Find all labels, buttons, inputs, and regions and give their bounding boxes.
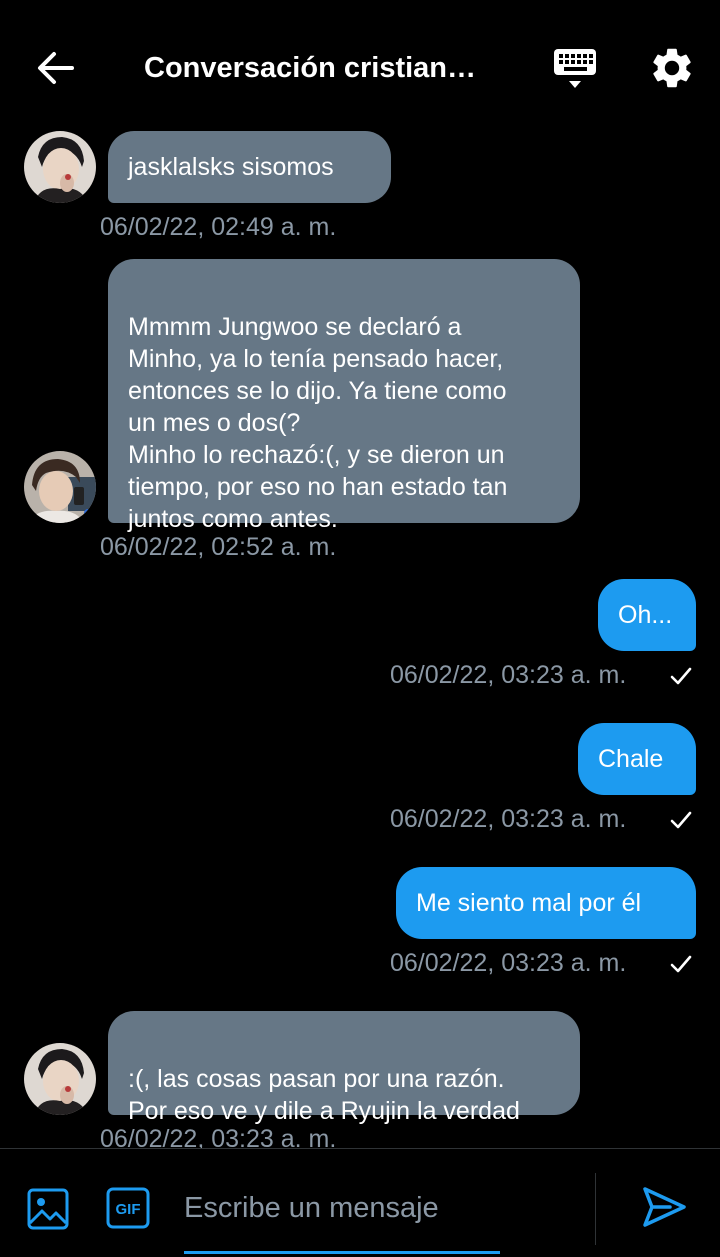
message-text: :(, las cosas pasan por una razón. Por e… xyxy=(128,1065,520,1125)
send-button[interactable] xyxy=(640,1185,688,1229)
keyboard-button[interactable] xyxy=(552,46,600,92)
check-icon xyxy=(670,955,692,973)
message-timestamp: 06/02/22, 03:23 a. m. xyxy=(100,1125,337,1148)
message-list[interactable]: jasklalsks sisomos 06/02/22, 02:49 a. m.… xyxy=(0,120,720,1148)
message-text: Oh... xyxy=(618,601,673,629)
message-text: jasklalsks sisomos xyxy=(128,153,334,181)
message-timestamp: 06/02/22, 02:52 a. m. xyxy=(100,533,337,561)
settings-button[interactable] xyxy=(648,44,696,92)
message-bubble-outgoing[interactable]: Chale xyxy=(578,723,696,795)
avatar[interactable] xyxy=(24,451,96,523)
composer-divider xyxy=(595,1173,596,1245)
check-icon xyxy=(670,811,692,829)
add-gif-button[interactable]: GIF xyxy=(106,1187,150,1229)
message-text: Me siento mal por él xyxy=(416,889,642,917)
gif-label: GIF xyxy=(116,1201,141,1218)
message-text: Mmmm Jungwoo se declaró a Minho, ya lo t… xyxy=(128,313,508,533)
input-focus-underline xyxy=(184,1251,500,1254)
message-input[interactable] xyxy=(184,1177,584,1239)
image-icon xyxy=(27,1188,69,1230)
user-avatar-photo xyxy=(24,131,96,203)
check-icon xyxy=(670,667,692,685)
back-button[interactable] xyxy=(34,48,78,88)
gif-icon: GIF xyxy=(106,1187,150,1229)
conversation-title: Conversación cristian… xyxy=(144,52,476,84)
conversation-header: Conversación cristian… xyxy=(0,0,720,130)
message-timestamp: 06/02/22, 02:49 a. m. xyxy=(100,213,337,241)
message-bubble-incoming[interactable]: :(, las cosas pasan por una razón. Por e… xyxy=(108,1011,580,1125)
keyboard-icon xyxy=(554,49,596,88)
user-avatar-photo xyxy=(24,1043,96,1115)
message-timestamp: 06/02/22, 03:23 a. m. xyxy=(390,805,627,833)
message-bubble-outgoing[interactable]: Oh... xyxy=(598,579,696,651)
message-text: Chale xyxy=(598,745,664,773)
avatar[interactable] xyxy=(24,1043,96,1115)
arrow-left-icon xyxy=(38,52,74,84)
message-bubble-incoming[interactable]: jasklalsks sisomos xyxy=(108,131,391,203)
send-icon xyxy=(643,1187,686,1227)
add-image-button[interactable] xyxy=(26,1187,70,1231)
user-avatar-photo xyxy=(24,451,96,523)
message-timestamp: 06/02/22, 03:23 a. m. xyxy=(390,661,627,689)
message-timestamp: 06/02/22, 03:23 a. m. xyxy=(390,949,627,977)
message-bubble-incoming[interactable]: Mmmm Jungwoo se declaró a Minho, ya lo t… xyxy=(108,259,580,533)
message-composer: GIF xyxy=(0,1148,720,1257)
gear-icon xyxy=(653,48,691,88)
avatar[interactable] xyxy=(24,131,96,203)
message-bubble-outgoing[interactable]: Me siento mal por él xyxy=(396,867,696,939)
